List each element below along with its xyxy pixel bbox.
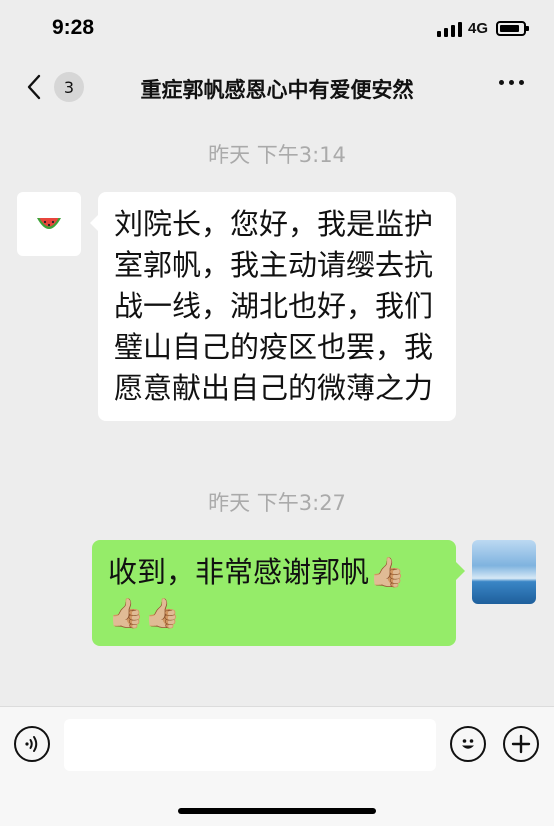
more-options-button[interactable]: [499, 80, 524, 85]
more-functions-button[interactable]: [503, 726, 539, 762]
ocean-sky-avatar[interactable]: [472, 540, 536, 604]
bubble-tail: [456, 562, 465, 580]
chat-title: 重症郭帆感恩心中有爱便安然: [140, 78, 414, 102]
plus-icon: [511, 734, 531, 754]
more-dot-icon: [499, 80, 504, 85]
watermelon-icon: [37, 218, 61, 229]
network-type: 4G: [467, 20, 488, 37]
chat-header: 3 重症郭帆感恩心中有爱便安然: [0, 58, 554, 120]
signal-icon: [436, 21, 462, 37]
voice-icon: [25, 736, 38, 752]
message-bubble[interactable]: 收到，非常感谢郭帆👍🏼👍🏼👍🏼: [92, 540, 456, 646]
status-indicators: 4G: [436, 20, 529, 37]
status-bar: 9:28 4G: [0, 0, 554, 58]
battery-icon: [496, 21, 529, 36]
voice-input-button[interactable]: [14, 726, 50, 762]
message-bubble[interactable]: 刘院长，您好，我是监护室郭帆，我主动请缨去抗战一线，湖北也好，我们璧山自己的疫区…: [98, 192, 456, 421]
emoji-icon: [462, 739, 474, 749]
emoji-button[interactable]: [450, 726, 486, 762]
message-timestamp: 昨天 下午3:14: [208, 143, 346, 167]
message-timestamp: 昨天 下午3:27: [208, 491, 346, 515]
unread-count-badge: 3: [54, 72, 84, 102]
back-button[interactable]: 3: [22, 72, 84, 102]
message-input[interactable]: [64, 719, 436, 771]
home-indicator: [178, 808, 376, 814]
status-time: 9:28: [52, 16, 95, 39]
chevron-left-icon: [22, 72, 46, 102]
more-dot-icon: [519, 80, 524, 85]
sender-avatar[interactable]: [17, 192, 81, 256]
more-dot-icon: [509, 80, 514, 85]
